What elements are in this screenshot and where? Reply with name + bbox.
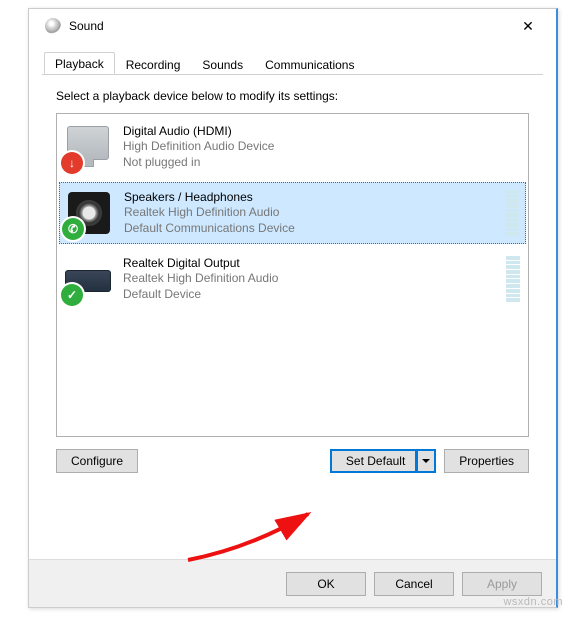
titlebar: Sound ✕ [29,9,556,43]
device-row-speakers[interactable]: ✆ Speakers / Headphones Realtek High Def… [59,182,526,244]
device-sub1: High Definition Audio Device [123,139,520,155]
device-sub1: Realtek High Definition Audio [123,271,500,287]
chevron-down-icon [422,457,430,465]
tabstrip: Playback Recording Sounds Communications [42,52,543,75]
tabpage-playback: Select a playback device below to modify… [42,75,543,550]
instruction-text: Select a playback device below to modify… [56,89,529,103]
close-icon: ✕ [522,18,534,35]
cancel-button[interactable]: Cancel [374,572,454,596]
device-icon-box: ✓ [65,256,111,302]
properties-button[interactable]: Properties [444,449,529,473]
dialog-footer: OK Cancel Apply [29,559,556,607]
device-title: Digital Audio (HDMI) [123,124,520,140]
device-title: Speakers / Headphones [124,190,499,206]
overlay-default-icon: ✓ [61,284,83,306]
set-default-dropdown[interactable] [417,449,436,473]
client-area: Playback Recording Sounds Communications… [41,51,544,551]
sound-dialog: Sound ✕ Playback Recording Sounds Commun… [28,8,558,608]
set-default-button[interactable]: Set Default [330,449,417,473]
tab-sounds[interactable]: Sounds [191,53,254,75]
overlay-comm-default-icon: ✆ [62,218,84,240]
tab-recording[interactable]: Recording [115,53,192,75]
device-sub1: Realtek High Definition Audio [124,205,499,221]
window-title: Sound [69,19,104,33]
device-sub2: Not plugged in [123,155,520,171]
device-title: Realtek Digital Output [123,256,500,272]
device-list[interactable]: ↓ Digital Audio (HDMI) High Definition A… [56,113,529,437]
device-sub2: Default Device [123,287,500,303]
device-row-digital-output[interactable]: ✓ Realtek Digital Output Realtek High De… [57,246,528,312]
device-icon-speaker: ✆ [66,190,112,236]
device-row-hdmi[interactable]: ↓ Digital Audio (HDMI) High Definition A… [57,114,528,180]
overlay-unplugged-icon: ↓ [61,152,83,174]
level-meter [506,256,520,302]
device-buttons: Configure Set Default Properties [56,449,529,473]
device-text: Realtek Digital Output Realtek High Defi… [123,256,500,303]
close-button[interactable]: ✕ [506,11,550,41]
apply-button[interactable]: Apply [462,572,542,596]
device-text: Speakers / Headphones Realtek High Defin… [124,190,499,237]
device-icon-monitor: ↓ [65,124,111,170]
watermark: wsxdn.com [503,596,563,608]
tab-communications[interactable]: Communications [254,53,365,75]
sound-icon [45,18,61,34]
device-sub2: Default Communications Device [124,221,499,237]
tab-playback[interactable]: Playback [44,52,115,74]
level-meter [505,190,519,236]
device-text: Digital Audio (HDMI) High Definition Aud… [123,124,520,171]
ok-button[interactable]: OK [286,572,366,596]
configure-button[interactable]: Configure [56,449,138,473]
set-default-split-button: Set Default [330,449,436,473]
